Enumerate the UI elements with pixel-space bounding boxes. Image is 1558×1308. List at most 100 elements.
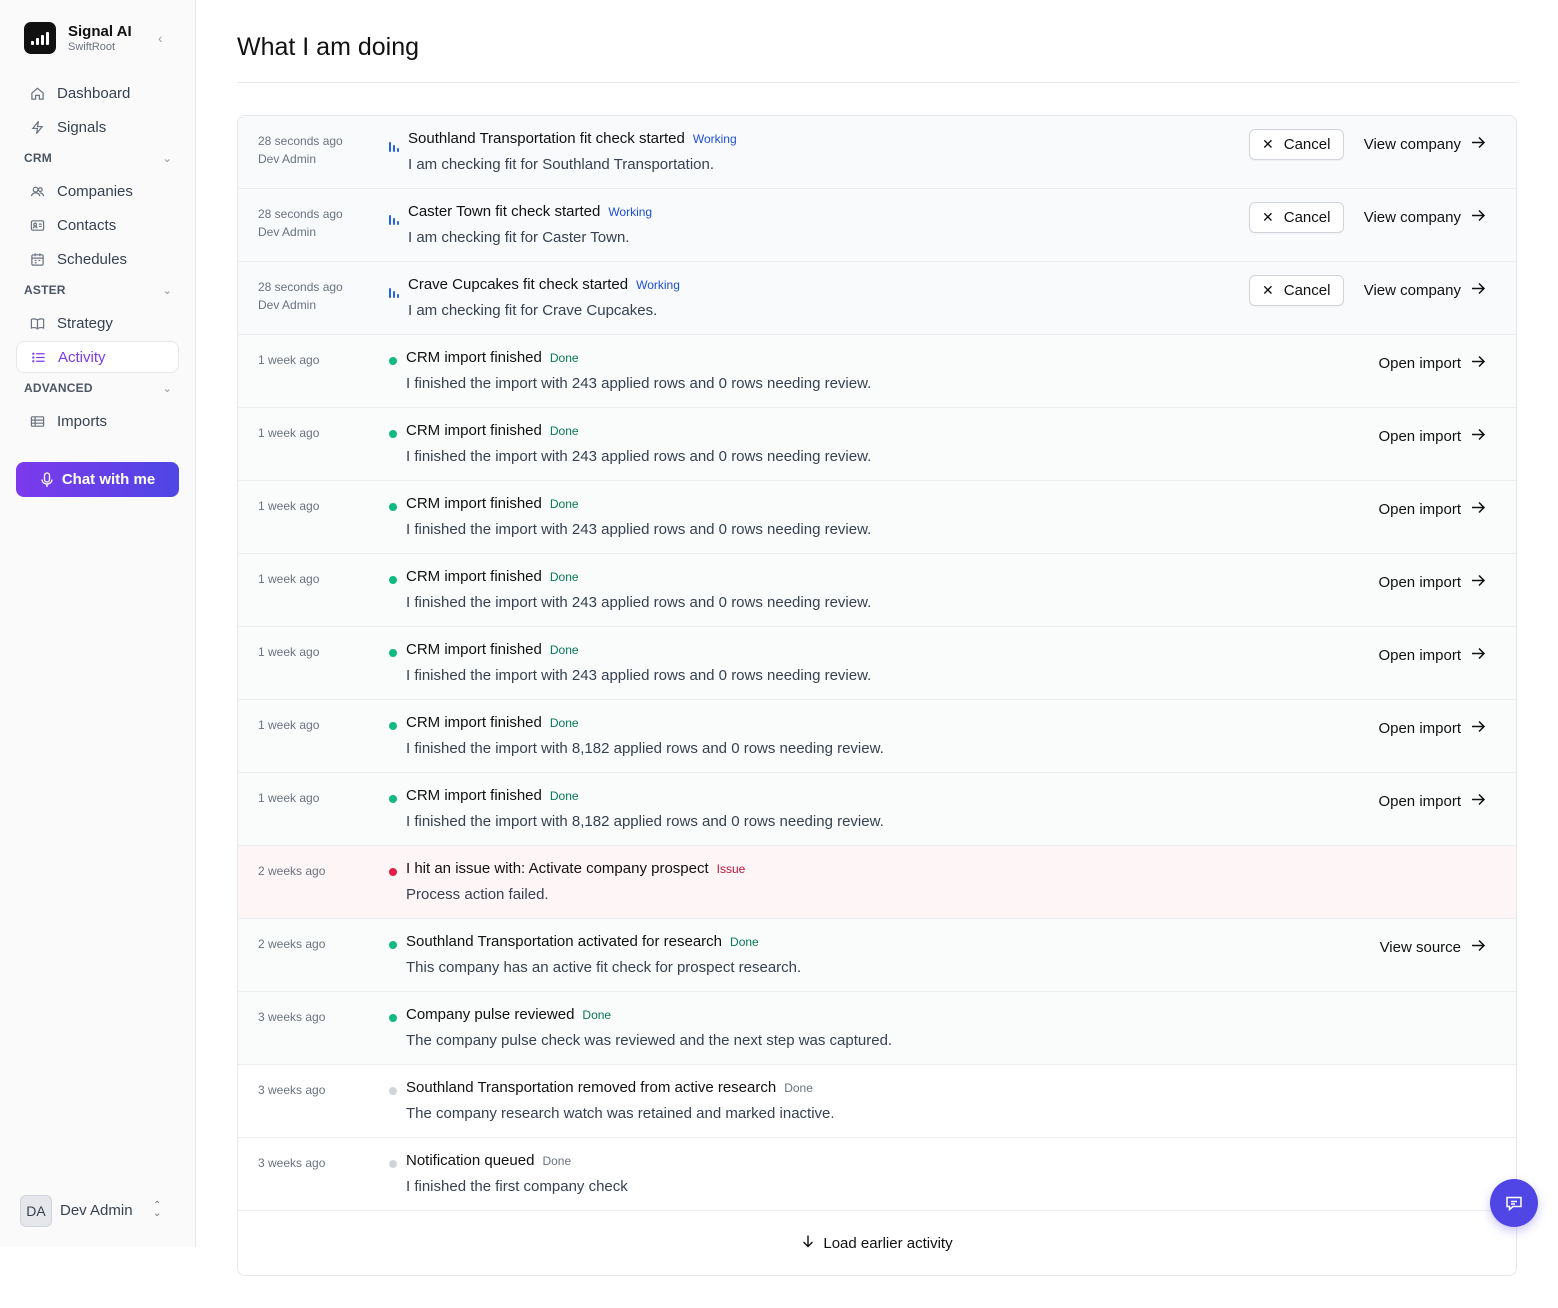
- sidebar-item-strategy[interactable]: Strategy: [16, 307, 179, 339]
- cancel-button[interactable]: ✕ Cancel: [1248, 275, 1344, 306]
- row-actions: Open import: [1358, 348, 1486, 379]
- activity-title: Southland Transportation removed from ac…: [406, 1079, 777, 1096]
- sidebar-item-contacts[interactable]: Contacts: [16, 209, 179, 241]
- activity-title: Caster Town fit check started: [408, 203, 601, 220]
- section-advanced[interactable]: ADVANCED ⌄: [24, 381, 172, 395]
- chevron-down-icon: ⌄: [162, 382, 172, 395]
- row-actions: ✕ Cancel View company: [1248, 202, 1486, 233]
- sidebar-item-signals[interactable]: Signals: [16, 111, 179, 143]
- view-company-link[interactable]: View company: [1364, 129, 1486, 160]
- activity-description: I finished the import with 243 applied r…: [406, 594, 872, 611]
- activity-meta: 1 week ago: [258, 351, 319, 369]
- status-indicator: [389, 1085, 397, 1095]
- activity-meta: 1 week ago: [258, 497, 319, 515]
- activity-title: Southland Transportation fit check start…: [408, 130, 685, 147]
- activity-row: 28 seconds ago Dev Admin Crave Cupcakes fi…: [238, 262, 1516, 335]
- activity-time: 1 week ago: [258, 718, 320, 732]
- sidebar-item-imports[interactable]: Imports: [16, 405, 179, 437]
- status-indicator: [389, 1012, 397, 1022]
- row-actions: Open import: [1358, 567, 1486, 598]
- status-indicator: [389, 428, 397, 438]
- chevron-down-icon: ⌄: [162, 284, 172, 297]
- open-import-link[interactable]: Open import: [1378, 494, 1486, 525]
- working-indicator-icon: [389, 286, 399, 298]
- load-earlier-activity-button[interactable]: Load earlier activity: [238, 1211, 1516, 1275]
- status-dot-icon: [389, 430, 397, 438]
- status-indicator: [389, 355, 397, 365]
- chat-with-me-button[interactable]: Chat with me: [16, 462, 179, 497]
- status-badge: Done: [549, 716, 579, 730]
- chevron-down-icon: ⌄: [162, 152, 172, 165]
- activity-row: 1 week ago CRM import finished Done I finis…: [238, 481, 1516, 554]
- cancel-button[interactable]: ✕ Cancel: [1248, 129, 1344, 160]
- sidebar-item-activity[interactable]: Activity: [16, 341, 179, 373]
- activity-actor: Dev Admin: [258, 225, 317, 239]
- open-import-link[interactable]: Open import: [1378, 567, 1486, 598]
- activity-row: 3 weeks ago Company pulse reviewed Done The…: [238, 992, 1516, 1065]
- status-badge: Working: [608, 205, 653, 219]
- status-dot-icon: [389, 722, 397, 730]
- activity-time: 3 weeks ago: [258, 1083, 326, 1097]
- chevron-up-down-icon: ⌃ ⌄: [153, 1200, 162, 1219]
- microphone-icon: [40, 471, 54, 488]
- status-badge: Working: [692, 132, 737, 146]
- action-label: Open import: [1378, 793, 1461, 810]
- sidebar-item-schedules[interactable]: Schedules: [16, 243, 179, 275]
- open-import-link[interactable]: Open import: [1378, 640, 1486, 671]
- collapse-sidebar-icon[interactable]: ‹: [158, 30, 163, 46]
- workspace-name: SwiftRoot: [68, 40, 116, 53]
- open-import-link[interactable]: Open import: [1378, 421, 1486, 452]
- section-label: ASTER: [24, 283, 66, 297]
- open-import-link[interactable]: Open import: [1378, 786, 1486, 817]
- status-indicator: [389, 574, 397, 584]
- signal-logo-icon: [24, 22, 56, 54]
- activity-description: I am checking fit for Southland Transpor…: [408, 156, 714, 173]
- activity-row: 1 week ago CRM import finished Done I finis…: [238, 408, 1516, 481]
- activity-title: CRM import finished: [406, 787, 542, 804]
- status-badge: Done: [549, 497, 579, 511]
- activity-content: Crave Cupcakes fit check started Working I…: [408, 275, 680, 321]
- sidebar-item-companies[interactable]: Companies: [16, 175, 179, 207]
- open-import-link[interactable]: Open import: [1378, 348, 1486, 379]
- row-actions: ✕ Cancel View company: [1248, 275, 1486, 306]
- section-crm[interactable]: CRM ⌄: [24, 151, 172, 165]
- action-label: Open import: [1378, 720, 1461, 737]
- calendar-icon: [29, 251, 45, 267]
- activity-time: 28 seconds ago: [258, 280, 343, 294]
- avatar: DA: [20, 1194, 52, 1227]
- activity-time: 1 week ago: [258, 645, 320, 659]
- brand[interactable]: Signal AI SwiftRoot: [24, 22, 132, 54]
- close-icon: ✕: [1262, 136, 1274, 152]
- view-company-link[interactable]: View company: [1364, 275, 1486, 306]
- activity-meta: 1 week ago: [258, 570, 319, 588]
- sidebar-item-dashboard[interactable]: Dashboard: [16, 77, 179, 109]
- action-label: Open import: [1378, 355, 1461, 372]
- view-company-link[interactable]: View company: [1364, 202, 1486, 233]
- user-menu[interactable]: DA Dev Admin ⌃ ⌄: [20, 1194, 180, 1227]
- row-actions: Open import: [1358, 494, 1486, 525]
- action-label: Open import: [1378, 428, 1461, 445]
- activity-meta: 28 seconds ago Dev Admin: [258, 205, 343, 241]
- sidebar-item-label: Schedules: [57, 250, 128, 268]
- status-badge: Done: [549, 424, 579, 438]
- activity-meta: 1 week ago: [258, 424, 319, 442]
- status-dot-icon: [389, 795, 397, 803]
- section-aster[interactable]: ASTER ⌄: [24, 283, 172, 297]
- activity-feed: 28 seconds ago Dev Admin Southland Transpo…: [237, 115, 1517, 1276]
- status-indicator: [389, 136, 399, 152]
- brand-name: Signal AI: [68, 22, 132, 40]
- action-label: View company: [1363, 136, 1461, 153]
- activity-description: I finished the import with 243 applied r…: [406, 521, 872, 538]
- arrow-right-icon: [1471, 939, 1486, 957]
- cancel-button[interactable]: ✕ Cancel: [1248, 202, 1344, 233]
- status-badge: Done: [549, 351, 579, 365]
- chat-support-button[interactable]: [1490, 1179, 1538, 1227]
- status-indicator: [389, 939, 397, 949]
- status-badge: Done: [730, 935, 759, 949]
- activity-description: I finished the import with 243 applied r…: [406, 448, 872, 465]
- activity-description: This company has an active fit check for…: [406, 959, 802, 976]
- open-import-link[interactable]: Open import: [1378, 713, 1486, 744]
- status-dot-icon: [389, 1087, 397, 1095]
- view-source-link[interactable]: View source: [1380, 932, 1486, 963]
- arrow-right-icon: [1471, 282, 1486, 300]
